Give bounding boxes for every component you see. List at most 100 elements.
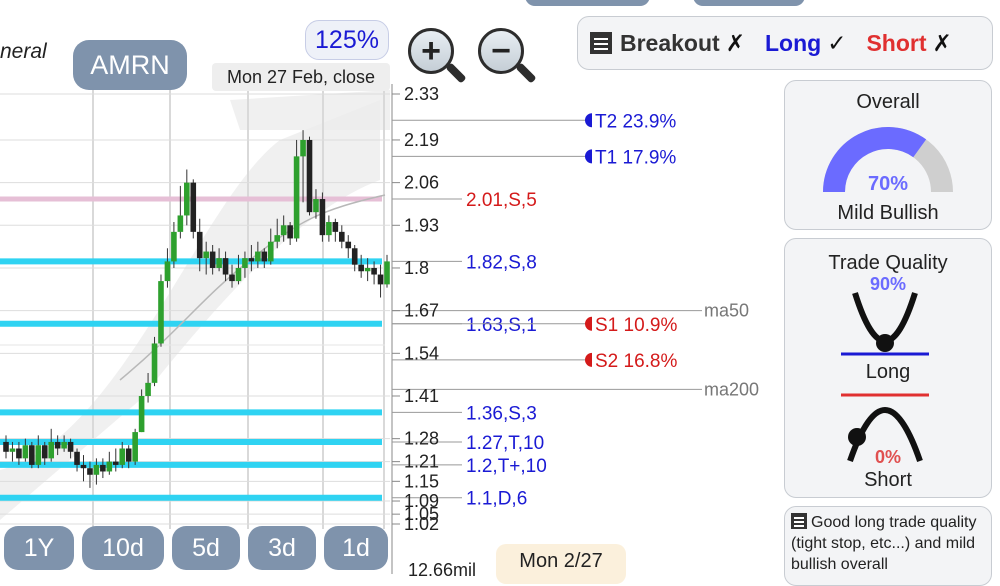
level-label-5: 1.2,T+,10 bbox=[466, 456, 547, 477]
trade-quality-panel: Trade Quality 90% Long 0% Short bbox=[784, 238, 992, 498]
signal-bar: Breakout ✗ Long ✓ Short ✗ bbox=[577, 16, 993, 70]
candle-body-33 bbox=[216, 258, 222, 268]
candle-body-1 bbox=[9, 448, 16, 452]
candle-body-3 bbox=[22, 445, 29, 459]
candle-body-53 bbox=[345, 241, 352, 249]
y-tick-label-4: 1.8 bbox=[404, 258, 429, 278]
stop-marker-icon bbox=[585, 316, 592, 331]
candle-body-22 bbox=[145, 382, 151, 396]
candle-body-59 bbox=[384, 261, 390, 285]
range-button-3d[interactable]: 3d bbox=[248, 526, 316, 570]
breakout-label: Breakout bbox=[620, 29, 720, 56]
y-tick-label-8: 1.28 bbox=[404, 429, 439, 449]
candle-body-45 bbox=[293, 156, 300, 239]
stop-label-0: S1 10.9% bbox=[595, 315, 677, 336]
short-cross-icon: ✗ bbox=[932, 29, 952, 56]
candle-body-16 bbox=[106, 461, 113, 472]
ma-label-1: ma200 bbox=[704, 379, 759, 399]
short-quality-label: Short bbox=[864, 469, 912, 491]
candle-body-39 bbox=[255, 251, 261, 262]
candle-body-36 bbox=[235, 267, 242, 282]
overall-panel: Overall 70% Mild Bullish bbox=[784, 80, 992, 230]
candle-body-42 bbox=[274, 235, 281, 242]
candle-body-2 bbox=[16, 448, 22, 459]
candle-body-21 bbox=[138, 395, 145, 433]
menu-icon[interactable] bbox=[590, 32, 612, 54]
y-tick-label-7: 1.41 bbox=[404, 386, 439, 406]
candle-body-24 bbox=[158, 281, 164, 344]
ma-label-0: ma50 bbox=[704, 301, 749, 321]
level-label-0: 2.01,S,5 bbox=[466, 190, 537, 211]
candle-body-17 bbox=[112, 461, 119, 465]
ticker-button[interactable]: AMRN bbox=[73, 40, 187, 90]
range-button-1d[interactable]: 1d bbox=[324, 526, 388, 570]
candle-body-4 bbox=[29, 445, 35, 465]
y-tick-label-3: 1.93 bbox=[404, 215, 439, 235]
range-button-1y[interactable]: 1Y bbox=[4, 526, 74, 570]
candle-body-47 bbox=[306, 139, 313, 213]
long-curve-icon bbox=[852, 292, 918, 344]
note-menu-icon[interactable] bbox=[791, 513, 807, 529]
candle-body-41 bbox=[267, 241, 274, 262]
candle-body-29 bbox=[190, 182, 197, 232]
top-tab-left[interactable] bbox=[525, 0, 650, 6]
candle-body-8 bbox=[54, 441, 61, 449]
candle-body-10 bbox=[67, 441, 74, 452]
candle-body-32 bbox=[209, 251, 216, 268]
long-label: Long bbox=[764, 29, 822, 56]
level-label-2: 1.63,S,1 bbox=[466, 315, 537, 336]
candle-body-11 bbox=[74, 451, 80, 465]
candle-body-15 bbox=[100, 464, 106, 472]
candle-body-25 bbox=[164, 261, 171, 282]
candle-body-48 bbox=[313, 199, 319, 213]
candle-body-49 bbox=[319, 199, 326, 236]
candle-body-50 bbox=[326, 222, 332, 236]
candle-body-26 bbox=[171, 231, 177, 262]
candle-body-56 bbox=[364, 267, 371, 272]
zoom-level-badge[interactable]: 125% bbox=[305, 20, 389, 60]
trend-band-top bbox=[230, 90, 390, 130]
y-tick-label-13: 1.02 bbox=[404, 514, 439, 534]
top-tab-right[interactable] bbox=[693, 0, 805, 6]
candle-body-30 bbox=[196, 231, 203, 259]
chart-title: neral bbox=[0, 40, 47, 63]
candle-body-40 bbox=[261, 251, 268, 262]
y-tick-label-0: 2.33 bbox=[404, 84, 439, 104]
candle-body-27 bbox=[177, 215, 184, 232]
stop-marker-icon bbox=[585, 352, 592, 367]
candle-body-37 bbox=[242, 258, 248, 268]
footer-date-box: Mon 2/27 bbox=[496, 544, 626, 584]
level-label-3: 1.36,S,3 bbox=[466, 403, 537, 424]
long-ball-icon bbox=[876, 334, 894, 352]
candle-body-51 bbox=[332, 222, 339, 232]
candle-body-14 bbox=[93, 464, 100, 475]
candle-body-28 bbox=[184, 182, 190, 216]
candle-body-46 bbox=[300, 139, 306, 157]
y-tick-label-5: 1.67 bbox=[404, 301, 439, 321]
candle-body-23 bbox=[151, 343, 158, 383]
candle-body-34 bbox=[222, 258, 229, 275]
summary-text: Good long trade quality (tight stop, etc… bbox=[791, 514, 977, 573]
overall-verdict: Mild Bullish bbox=[837, 202, 939, 224]
date-label: Mon 27 Feb, close bbox=[212, 63, 390, 91]
candle-body-9 bbox=[61, 441, 67, 449]
candle-body-31 bbox=[203, 251, 209, 259]
range-button-5d[interactable]: 5d bbox=[172, 526, 240, 570]
candle-body-55 bbox=[358, 264, 364, 272]
long-quality-label: Long bbox=[865, 361, 911, 383]
candle-body-43 bbox=[280, 225, 287, 236]
breakout-cross-icon: ✗ bbox=[725, 29, 745, 56]
y-tick-label-2: 2.06 bbox=[404, 173, 439, 193]
summary-note: Good long trade quality (tight stop, etc… bbox=[784, 506, 992, 586]
candle-body-20 bbox=[132, 432, 138, 462]
candle-body-57 bbox=[371, 267, 377, 275]
candle-body-58 bbox=[377, 274, 384, 285]
candle-body-52 bbox=[338, 231, 345, 242]
range-button-10d[interactable]: 10d bbox=[82, 526, 164, 570]
target-label-0: T2 23.9% bbox=[595, 111, 676, 132]
level-label-6: 1.1,D,6 bbox=[466, 489, 527, 510]
target-label-1: T1 17.9% bbox=[595, 147, 676, 168]
short-quality-percent: 0% bbox=[874, 447, 901, 467]
short-label: Short bbox=[866, 29, 927, 56]
candle-body-7 bbox=[48, 441, 55, 459]
